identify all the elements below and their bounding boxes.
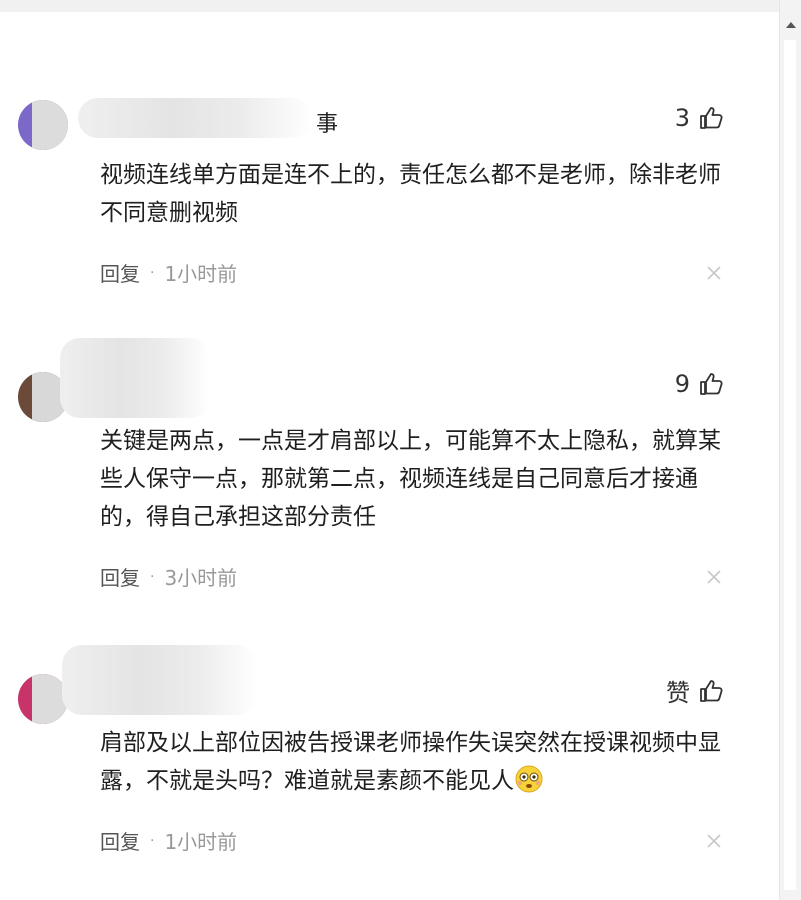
reply-button[interactable]: 回复 — [100, 826, 140, 855]
comment-meta: 回复 · 1小时前 — [100, 826, 237, 855]
close-icon[interactable] — [707, 570, 721, 584]
timestamp: 1小时前 — [164, 830, 238, 854]
avatar-blur — [32, 100, 68, 150]
like-count: 3 — [674, 104, 690, 132]
timestamp: 3小时前 — [164, 566, 238, 590]
comment-text: 关键是两点，一点是才肩部以上，可能算不太上隐私，就算某些人保守一点，那就第二点，… — [100, 428, 721, 530]
comment-page: 事 3 视频连线单方面是连不上的，责任怎么都不是老师，除非老师不同意删视频 回复… — [0, 0, 801, 900]
avatar[interactable] — [18, 674, 68, 724]
meta-separator: · — [150, 264, 155, 281]
reply-button[interactable]: 回复 — [100, 258, 140, 287]
like-count: 9 — [674, 370, 690, 398]
comment-text-content: 肩部及以上部位因被告授课老师操作失误突然在授课视频中显露，不就是头吗？难道就是素… — [100, 730, 721, 794]
close-icon[interactable] — [707, 266, 721, 280]
username-blurred[interactable] — [60, 338, 210, 418]
thumbs-up-icon[interactable] — [698, 371, 724, 397]
avatar[interactable] — [18, 100, 68, 150]
comment-meta: 回复 · 1小时前 — [100, 258, 237, 287]
thumbs-up-icon[interactable] — [698, 105, 724, 131]
like-control[interactable]: 9 — [675, 370, 724, 398]
comment-text: 肩部及以上部位因被告授课老师操作失误突然在授课视频中显露，不就是头吗？难道就是素… — [100, 724, 730, 800]
comment-meta: 回复 · 3小时前 — [100, 562, 237, 591]
meta-separator: · — [150, 832, 155, 849]
username-blurred[interactable] — [78, 98, 313, 138]
like-label: 赞 — [666, 679, 690, 707]
flushed-face-emoji — [515, 765, 543, 793]
vertical-scrollbar[interactable] — [779, 0, 801, 900]
timestamp: 1小时前 — [164, 262, 238, 286]
username-blurred[interactable] — [62, 645, 257, 715]
top-strip — [0, 0, 779, 12]
scrollbar-thumb[interactable] — [784, 40, 796, 890]
thumbs-up-icon[interactable] — [698, 678, 724, 704]
scroll-up-arrow-icon[interactable] — [786, 22, 796, 28]
like-control[interactable]: 3 — [675, 104, 724, 132]
comment-text: 视频连线单方面是连不上的，责任怎么都不是老师，除非老师不同意删视频 — [100, 162, 721, 226]
meta-separator: · — [150, 568, 155, 585]
like-control[interactable]: 赞 — [666, 673, 724, 708]
reply-button[interactable]: 回复 — [100, 562, 140, 591]
username-tail: 事 — [316, 112, 339, 137]
close-icon[interactable] — [707, 834, 721, 848]
